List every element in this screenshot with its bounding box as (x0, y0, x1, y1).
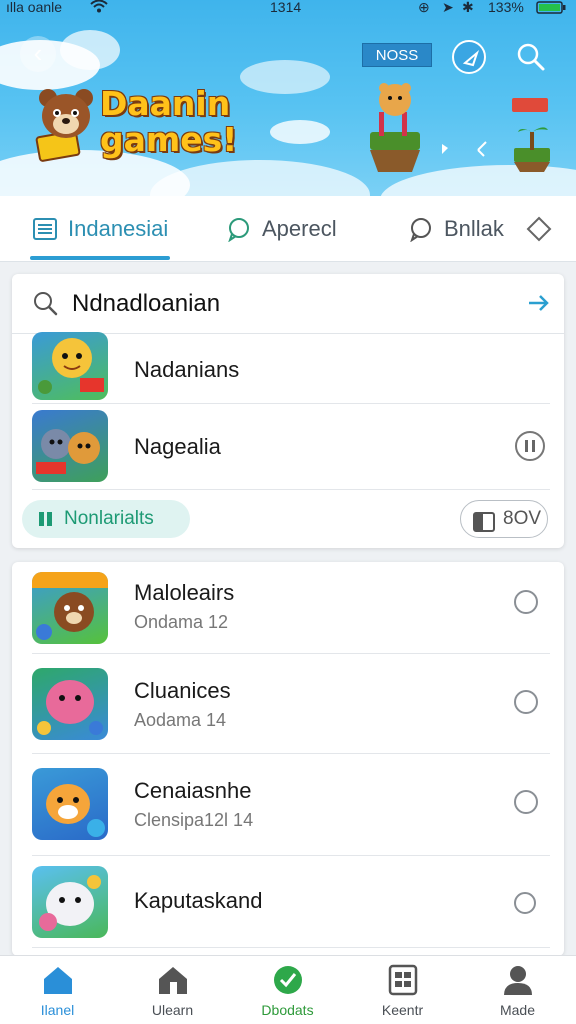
battery-icon (536, 1, 566, 17)
book-button[interactable]: 8OV (460, 500, 548, 538)
game-title: Cenaiasnhe (134, 778, 252, 803)
list-item[interactable]: Nagealia (32, 404, 550, 490)
tab-label: Bnllak (444, 216, 504, 241)
search-icon (517, 43, 545, 71)
app-root: ılla oanle 1314 ⊕ ➤ ✱ 133% ‹ Daanin game… (0, 0, 576, 1024)
game-title: Kaputaskand (134, 888, 263, 913)
island-scene-illustration (350, 70, 560, 180)
tab-label: Aperecl (262, 216, 337, 241)
search-icon (34, 292, 58, 316)
game-list-card: Maloleairs Ondama 12 Cluanices Aodama 14… (12, 562, 564, 956)
tab-aperecl[interactable]: Aperecl (226, 196, 337, 262)
list-item-title: Nadanians (134, 357, 240, 382)
wifi-icon (90, 0, 108, 16)
filter-chip[interactable]: Nonlarialts (22, 500, 190, 538)
logo-line-1: Daanin (100, 84, 231, 123)
game-list-item[interactable]: Maloleairs Ondama 12 (32, 562, 550, 654)
tab-indanesiai[interactable]: Indanesiai (32, 196, 168, 262)
bluetooth-icon: ✱ (462, 0, 474, 15)
chat-bubble-icon (228, 218, 249, 242)
game-thumbnail (32, 668, 108, 740)
game-list-item[interactable]: Cenaiasnhe Clensipa12l 14 (32, 754, 550, 856)
select-radio[interactable] (514, 590, 538, 614)
clock-text: 1314 (270, 0, 302, 15)
active-tab-indicator (30, 256, 170, 260)
tab-bar: Indanesiai Aperecl Bnllak (0, 196, 576, 262)
list-item-title: Nagealia (134, 434, 221, 459)
home-icon (44, 967, 72, 994)
game-thumbnail (32, 768, 108, 840)
check-circle-icon (274, 966, 302, 994)
alarm-icon: ⊕ (418, 0, 430, 15)
game-list-item[interactable]: Kaputaskand (32, 856, 550, 948)
tab-label: Indanesiai (68, 216, 169, 241)
pause-bars-icon (36, 500, 56, 552)
grid-icon (388, 964, 418, 996)
game-thumbnail (32, 410, 108, 482)
game-subtitle: Ondama 12 (134, 612, 229, 632)
select-radio[interactable] (514, 790, 538, 814)
nav-item-made[interactable]: Made (460, 956, 575, 1024)
search-button[interactable] (514, 40, 548, 74)
chat-bubble-icon (410, 218, 431, 242)
person-icon (504, 966, 532, 995)
info-radio[interactable] (514, 892, 536, 914)
game-thumbnail (32, 572, 108, 644)
carrier-text: ılla oanle (6, 0, 63, 15)
share-button[interactable] (452, 40, 486, 74)
game-thumbnail (32, 866, 108, 938)
more-tabs-icon[interactable] (526, 216, 552, 247)
nav-label: Ilanel (40, 1002, 75, 1018)
nav-label: Made (499, 1002, 536, 1018)
tab-bnllak[interactable]: Bnllak (408, 196, 504, 262)
bear-mascot-logo (34, 84, 100, 162)
list-item[interactable]: Nadanians (32, 332, 550, 404)
game-subtitle: Aodama 14 (134, 710, 227, 730)
book-icon (473, 509, 495, 544)
chevron-left-icon: ‹ (33, 38, 43, 68)
back-button[interactable]: ‹ (20, 36, 56, 72)
list-icon (33, 218, 57, 240)
pause-circle-icon[interactable] (514, 430, 546, 467)
arrow-right-icon[interactable] (526, 290, 552, 316)
select-radio[interactable] (514, 690, 538, 714)
status-bar: ılla oanle 1314 ⊕ ➤ ✱ 133% (0, 0, 576, 16)
location-icon: ➤ (442, 0, 454, 15)
header-banner: ılla oanle 1314 ⊕ ➤ ✱ 133% ‹ Daanin game… (0, 0, 576, 196)
game-subtitle: Clensipa12l 14 (134, 810, 254, 830)
logo-line-2: games! (100, 120, 238, 159)
nav-item-ulearn[interactable]: Ulearn (115, 956, 230, 1024)
header-badge-button[interactable]: NOSS (362, 43, 432, 67)
search-input[interactable] (72, 288, 512, 320)
nav-item-keentr[interactable]: Keentr (345, 956, 460, 1024)
nav-label: Dbodats (261, 1002, 314, 1018)
book-button-label: 8OV (503, 508, 542, 529)
nav-label: Ulearn (151, 1002, 194, 1018)
search-bar (12, 274, 564, 334)
bottom-navigation: Ilanel Ulearn Dbodats Keentr Made (0, 955, 576, 1024)
house-icon (159, 967, 187, 994)
nav-label: Keentr (381, 1002, 424, 1018)
game-thumbnail (32, 332, 108, 400)
filter-chip-label: Nonlarialts (64, 508, 154, 529)
nav-item-ilanel[interactable]: Ilanel (0, 956, 115, 1024)
game-list-item[interactable]: Cluanices Aodama 14 (32, 654, 550, 754)
app-logo-title: Daanin games! (100, 84, 238, 159)
game-title: Maloleairs (134, 580, 235, 605)
game-title: Cluanices (134, 678, 231, 703)
battery-percent: 133% (488, 0, 524, 15)
nav-item-dbodats[interactable]: Dbodats (230, 956, 345, 1024)
